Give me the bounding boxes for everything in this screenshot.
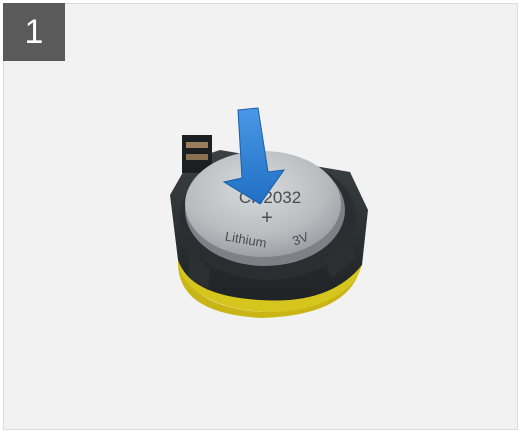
coin-cell-battery-illustration: CR2032 + Lithium 3V [170,107,368,318]
contact-pin [186,154,208,160]
step-number-badge: 1 [3,3,65,61]
battery-polarity-mark: + [261,207,273,229]
contact-pin [186,142,208,148]
step-number: 1 [24,12,44,51]
